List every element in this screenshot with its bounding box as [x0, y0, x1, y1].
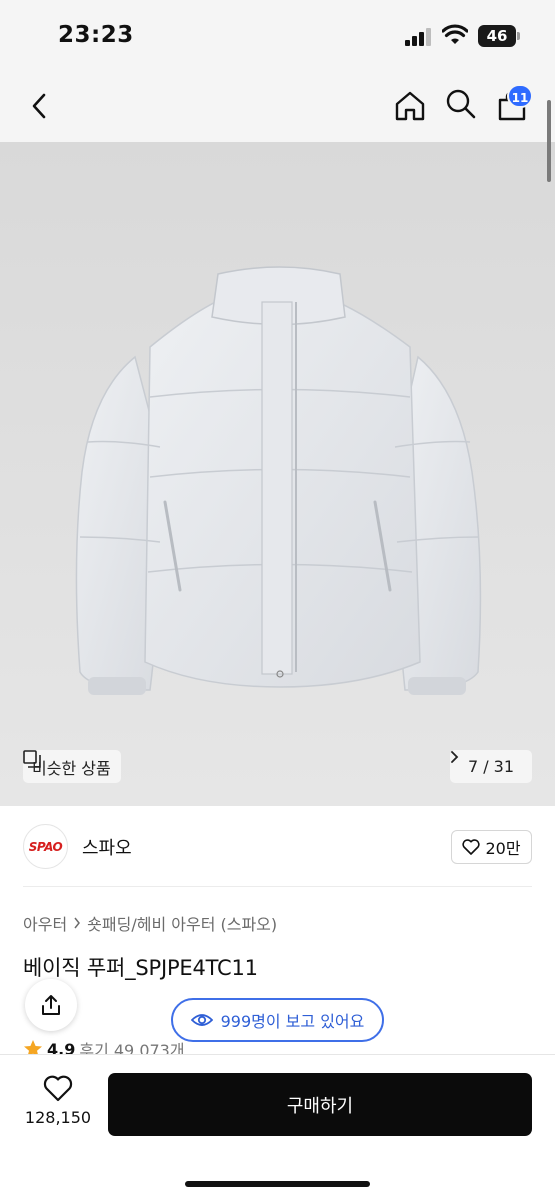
brand-name[interactable]: 스파오: [82, 834, 132, 860]
cellular-signal-icon: [405, 28, 431, 46]
home-button[interactable]: [392, 88, 428, 124]
similar-products-label: 비슷한 상품: [32, 758, 111, 778]
heart-icon: [43, 1075, 73, 1102]
search-icon: [446, 89, 476, 119]
product-photo-puffer-jacket: [0, 142, 555, 806]
heart-icon: [462, 839, 481, 855]
buy-button[interactable]: 구매하기: [108, 1073, 532, 1136]
divider: [23, 886, 532, 887]
wishlist-button[interactable]: 128,150: [22, 1075, 94, 1139]
chevron-right-icon: [74, 917, 81, 929]
product-title: 베이직 푸퍼_SPJPE4TC11: [23, 956, 258, 980]
battery-indicator: 46: [478, 25, 516, 47]
image-page-text: 7 / 31: [467, 757, 515, 776]
brand-like-button[interactable]: 20만: [451, 830, 532, 864]
wifi-icon: [442, 24, 468, 44]
bottom-purchase-bar: 128,150 구매하기: [0, 1054, 555, 1200]
breadcrumb-item[interactable]: 아우터: [23, 911, 67, 935]
home-indicator: [185, 1181, 370, 1187]
breadcrumb: 아우터 숏패딩/헤비 아우터 (스파오): [23, 911, 277, 935]
share-button[interactable]: [25, 979, 77, 1031]
cart-count-badge: 11: [507, 84, 533, 108]
back-button[interactable]: [22, 88, 58, 124]
nav-bar: [0, 70, 555, 142]
viewers-count-text: 999명이 보고 있어요: [220, 1012, 365, 1031]
product-image-carousel[interactable]: 비슷한 상품 7 / 31: [0, 142, 555, 806]
eye-icon: [190, 1014, 213, 1026]
scrollbar[interactable]: [547, 100, 551, 182]
brand-like-count: 20만: [485, 839, 521, 858]
image-page-indicator[interactable]: 7 / 31: [450, 750, 532, 783]
search-button[interactable]: [443, 86, 479, 122]
viewers-count-pill: 999명이 보고 있어요: [171, 998, 384, 1042]
status-time: 23:23: [58, 22, 134, 48]
breadcrumb-item[interactable]: 숏패딩/헤비 아우터 (스파오): [87, 911, 277, 935]
brand-row: SPAO 스파오 20만: [0, 806, 555, 888]
wishlist-count: 128,150: [24, 1108, 92, 1127]
share-icon: [42, 995, 60, 1015]
similar-items-icon: [23, 750, 41, 768]
brand-logo[interactable]: SPAO: [23, 824, 68, 869]
similar-products-button[interactable]: 비슷한 상품: [23, 750, 121, 783]
status-bar: 23:23 46: [0, 0, 555, 70]
chevron-left-icon: [32, 93, 46, 119]
chevron-right-icon: [451, 751, 459, 763]
home-icon: [395, 91, 425, 121]
battery-tip: [517, 32, 520, 40]
